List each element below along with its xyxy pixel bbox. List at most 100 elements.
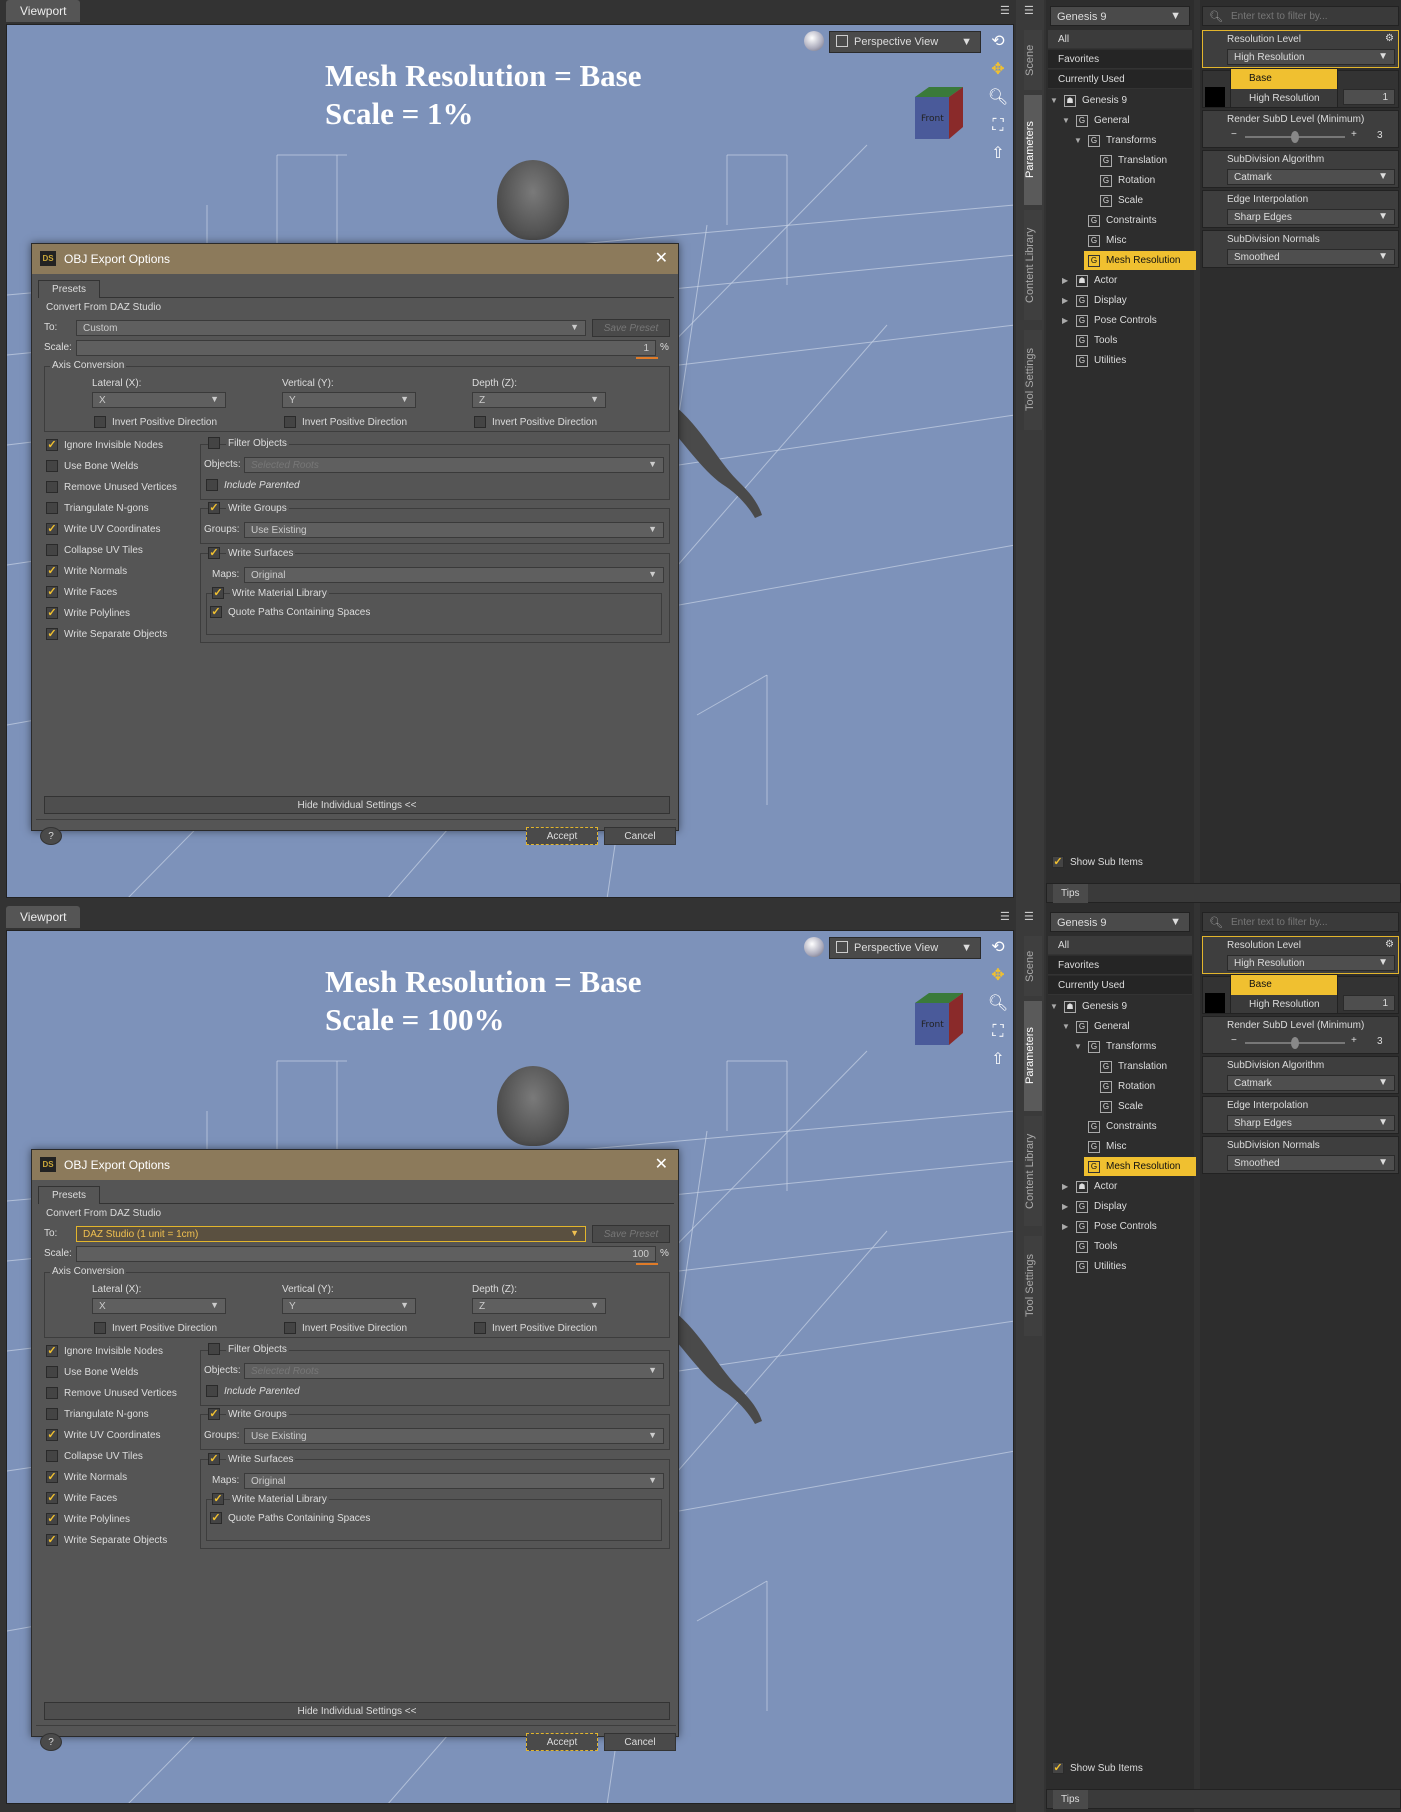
zoom-icon[interactable]: 🔍︎ xyxy=(987,993,1009,1015)
home-icon[interactable]: ⇧ xyxy=(987,143,1009,165)
tree-node[interactable]: G Rotation xyxy=(1096,171,1216,190)
tree-node[interactable]: G Utilities xyxy=(1072,351,1192,370)
option-checkbox[interactable]: ✓ xyxy=(46,1429,58,1441)
chevron-down-icon[interactable]: ▼ xyxy=(1074,136,1082,145)
viewport-tab[interactable]: Viewport xyxy=(6,906,81,928)
tree-node[interactable]: G Constraints xyxy=(1084,1117,1204,1136)
save-preset-button[interactable]: Save Preset xyxy=(592,319,670,337)
vertical-invert-checkbox[interactable] xyxy=(284,416,296,428)
tree-node[interactable]: G Scale xyxy=(1096,191,1216,210)
figure-select[interactable]: Genesis 9 ▼ xyxy=(1050,912,1190,932)
subd-normals-select[interactable]: Smoothed ▼ xyxy=(1227,1155,1395,1171)
tree-node[interactable]: G Scale xyxy=(1096,1097,1216,1116)
scale-input[interactable]: 1 xyxy=(76,340,656,356)
menu-icon[interactable]: ☰ xyxy=(1024,910,1046,923)
lateral-invert-checkbox[interactable] xyxy=(94,1322,106,1334)
chevron-right-icon[interactable]: ▶ xyxy=(1062,276,1068,285)
option-checkbox[interactable]: ✓ xyxy=(46,628,58,640)
chevron-down-icon[interactable]: ▼ xyxy=(1074,1042,1082,1051)
minus-icon[interactable]: − xyxy=(1231,1035,1237,1046)
tree-node[interactable]: G Display xyxy=(1072,1197,1192,1216)
tab-presets[interactable]: Presets xyxy=(38,280,100,298)
option-checkbox[interactable] xyxy=(46,460,58,472)
popup-option[interactable]: Base xyxy=(1231,69,1337,89)
side-tab[interactable]: Parameters xyxy=(1024,95,1042,205)
tree-node[interactable]: G Transforms xyxy=(1084,131,1204,150)
slider-handle[interactable] xyxy=(1291,1037,1299,1049)
pan-icon[interactable]: ✥ xyxy=(987,59,1009,81)
depth-invert-checkbox[interactable] xyxy=(474,416,486,428)
orbit-icon[interactable]: ⟲ xyxy=(987,937,1009,959)
show-sub-items-checkbox[interactable]: ✓ xyxy=(1052,856,1064,868)
view-cube-icon[interactable]: Front xyxy=(907,989,965,1047)
perspective-view-dropdown[interactable]: Perspective View ▼ xyxy=(829,937,981,959)
tree-node[interactable]: G Mesh Resolution xyxy=(1084,1157,1196,1176)
tree-node[interactable]: ☗ Genesis 9 xyxy=(1060,91,1180,110)
resolution-level-select[interactable]: High Resolution ▼ xyxy=(1227,49,1395,65)
popup-option[interactable]: Base xyxy=(1231,975,1337,995)
home-icon[interactable]: ⇧ xyxy=(987,1049,1009,1071)
option-checkbox[interactable] xyxy=(46,544,58,556)
tree-node[interactable]: G Utilities xyxy=(1072,1257,1192,1276)
close-icon[interactable]: ✕ xyxy=(655,1154,668,1174)
side-tab[interactable]: Content Library xyxy=(1024,1116,1042,1226)
side-tab[interactable]: Scene xyxy=(1024,30,1042,90)
help-button[interactable]: ? xyxy=(40,827,62,845)
orbit-icon[interactable]: ⟲ xyxy=(987,31,1009,53)
filter-objects-checkbox[interactable] xyxy=(208,437,220,449)
groups-select[interactable]: Use Existing ▼ xyxy=(244,1428,664,1444)
write-surfaces-checkbox[interactable]: ✓ xyxy=(208,547,220,559)
scale-input[interactable]: 100 xyxy=(76,1246,656,1262)
popup-option[interactable]: High Resolution xyxy=(1231,995,1337,1015)
depth-invert-checkbox[interactable] xyxy=(474,1322,486,1334)
menu-icon[interactable]: ☰ xyxy=(1024,4,1046,17)
option-checkbox[interactable]: ✓ xyxy=(46,586,58,598)
tree-node[interactable]: G General xyxy=(1072,111,1192,130)
lateral-invert-checkbox[interactable] xyxy=(94,416,106,428)
option-checkbox[interactable]: ✓ xyxy=(46,607,58,619)
dialog-title-bar[interactable]: DS OBJ Export Options ✕ xyxy=(32,244,678,274)
frame-icon[interactable]: ⛶ xyxy=(987,115,1009,137)
perspective-view-dropdown[interactable]: Perspective View ▼ xyxy=(829,31,981,53)
include-parented-checkbox[interactable] xyxy=(206,479,218,491)
plus-icon[interactable]: + xyxy=(1351,1035,1357,1046)
maps-select[interactable]: Original ▼ xyxy=(244,1473,664,1489)
write-material-library-checkbox[interactable]: ✓ xyxy=(212,1493,224,1505)
chevron-right-icon[interactable]: ▶ xyxy=(1062,1182,1068,1191)
resolution-level-select[interactable]: High Resolution ▼ xyxy=(1227,955,1395,971)
chevron-down-icon[interactable]: ▼ xyxy=(1050,1002,1058,1011)
render-subd-slider[interactable]: − +3 xyxy=(1227,129,1395,145)
subd-normals-select[interactable]: Smoothed ▼ xyxy=(1227,249,1395,265)
chevron-right-icon[interactable]: ▶ xyxy=(1062,296,1068,305)
tree-node[interactable]: G Tools xyxy=(1072,331,1192,350)
write-surfaces-checkbox[interactable]: ✓ xyxy=(208,1453,220,1465)
view-cube-icon[interactable]: Front xyxy=(907,83,965,141)
save-preset-button[interactable]: Save Preset xyxy=(592,1225,670,1243)
tree-node[interactable]: G Pose Controls xyxy=(1072,1217,1192,1236)
param-options-icon[interactable]: ⚙ xyxy=(1385,939,1394,950)
category-item[interactable]: Currently Used xyxy=(1048,976,1192,995)
tips-tab[interactable]: Tips xyxy=(1053,1790,1088,1809)
zoom-icon[interactable]: 🔍︎ xyxy=(987,87,1009,109)
depth-select[interactable]: Z ▼ xyxy=(472,1298,606,1314)
quote-paths-checkbox[interactable]: ✓ xyxy=(210,1512,222,1524)
tab-presets[interactable]: Presets xyxy=(38,1186,100,1204)
category-item[interactable]: All xyxy=(1048,30,1192,49)
option-checkbox[interactable]: ✓ xyxy=(46,1513,58,1525)
tree-node[interactable]: G General xyxy=(1072,1017,1192,1036)
pan-icon[interactable]: ✥ xyxy=(987,965,1009,987)
dialog-title-bar[interactable]: DS OBJ Export Options ✕ xyxy=(32,1150,678,1180)
option-checkbox[interactable] xyxy=(46,502,58,514)
objects-select[interactable]: Selected Roots ▼ xyxy=(244,1363,664,1379)
cancel-button[interactable]: Cancel xyxy=(604,827,676,845)
viewport[interactable]: Mesh Resolution = Base Scale = 100% Perspe… xyxy=(6,930,1014,1804)
tree-node[interactable]: G Tools xyxy=(1072,1237,1192,1256)
option-checkbox[interactable]: ✓ xyxy=(46,439,58,451)
side-tab[interactable]: Parameters xyxy=(1024,1001,1042,1111)
viewport[interactable]: Mesh Resolution = Base Scale = 1% Perspect… xyxy=(6,24,1014,898)
tree-node[interactable]: G Rotation xyxy=(1096,1077,1216,1096)
edge-interp-select[interactable]: Sharp Edges ▼ xyxy=(1227,209,1395,225)
tips-tab[interactable]: Tips xyxy=(1053,884,1088,903)
filter-objects-checkbox[interactable] xyxy=(208,1343,220,1355)
tree-node[interactable]: G Translation xyxy=(1096,151,1216,170)
